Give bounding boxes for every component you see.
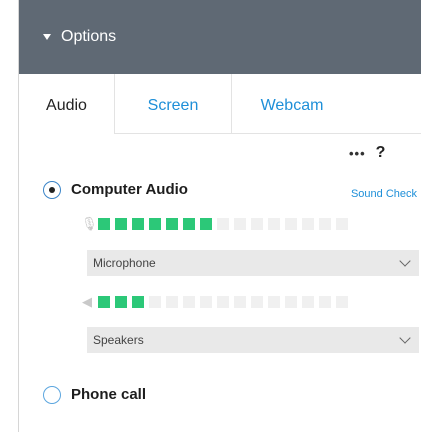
- more-icon[interactable]: •••: [349, 146, 366, 161]
- speaker-level-segment: [336, 296, 348, 308]
- options-panel: Options Audio Screen Webcam ••• ? Comput…: [18, 0, 421, 432]
- microphone-level-segment: [166, 218, 178, 230]
- microphone-select-value: Microphone: [93, 256, 156, 270]
- toolbar: ••• ?: [349, 144, 385, 162]
- microphone-level-segment: [302, 218, 314, 230]
- caret-down-icon[interactable]: [43, 34, 51, 40]
- microphone-level-segment: [132, 218, 144, 230]
- speaker-level-segment: [98, 296, 110, 308]
- microphone-level-segment: [285, 218, 297, 230]
- microphone-icon: 🎙︎: [81, 216, 98, 231]
- speaker-level-segment: [132, 296, 144, 308]
- microphone-level-segment: [319, 218, 331, 230]
- microphone-level-meter: 🎙︎: [81, 216, 348, 232]
- microphone-select[interactable]: Microphone: [87, 250, 419, 276]
- microphone-level-segment: [336, 218, 348, 230]
- speaker-level-segment: [319, 296, 331, 308]
- microphone-level-segment: [149, 218, 161, 230]
- microphone-level-segment: [183, 218, 195, 230]
- microphone-level-segment: [98, 218, 110, 230]
- microphone-level-segment: [251, 218, 263, 230]
- chevron-down-icon: [399, 255, 411, 267]
- speaker-level-segment: [183, 296, 195, 308]
- help-icon[interactable]: ?: [376, 144, 386, 162]
- computer-audio-radio[interactable]: [43, 181, 61, 199]
- speaker-level-segment: [302, 296, 314, 308]
- microphone-level-segment: [200, 218, 212, 230]
- speaker-level-segment: [285, 296, 297, 308]
- speaker-level-segment: [166, 296, 178, 308]
- speaker-level-segment: [217, 296, 229, 308]
- tab-bar: Audio Screen Webcam: [19, 74, 421, 134]
- phone-call-radio[interactable]: [43, 386, 61, 404]
- tab-audio[interactable]: Audio: [19, 74, 115, 134]
- speakers-select[interactable]: Speakers: [87, 327, 419, 353]
- microphone-level-segment: [217, 218, 229, 230]
- speaker-level-segment: [200, 296, 212, 308]
- sound-check-link[interactable]: Sound Check: [351, 188, 417, 200]
- microphone-level-segment: [268, 218, 280, 230]
- tab-bar-filler: [352, 74, 421, 134]
- speaker-level-segment: [149, 296, 161, 308]
- speaker-level-meter: ◀: [81, 294, 348, 310]
- speaker-icon: ◀: [82, 294, 92, 309]
- tab-webcam[interactable]: Webcam: [232, 74, 352, 134]
- options-title: Options: [61, 28, 117, 45]
- options-header[interactable]: Options: [19, 0, 421, 74]
- speaker-level-segment: [268, 296, 280, 308]
- speaker-level-segment: [115, 296, 127, 308]
- speaker-level-segment: [234, 296, 246, 308]
- speakers-select-value: Speakers: [93, 333, 144, 347]
- phone-call-label[interactable]: Phone call: [71, 386, 146, 403]
- computer-audio-label[interactable]: Computer Audio: [71, 181, 188, 198]
- speaker-level-segment: [251, 296, 263, 308]
- chevron-down-icon: [399, 332, 411, 344]
- microphone-level-segment: [234, 218, 246, 230]
- tab-screen[interactable]: Screen: [115, 74, 232, 134]
- microphone-level-segment: [115, 218, 127, 230]
